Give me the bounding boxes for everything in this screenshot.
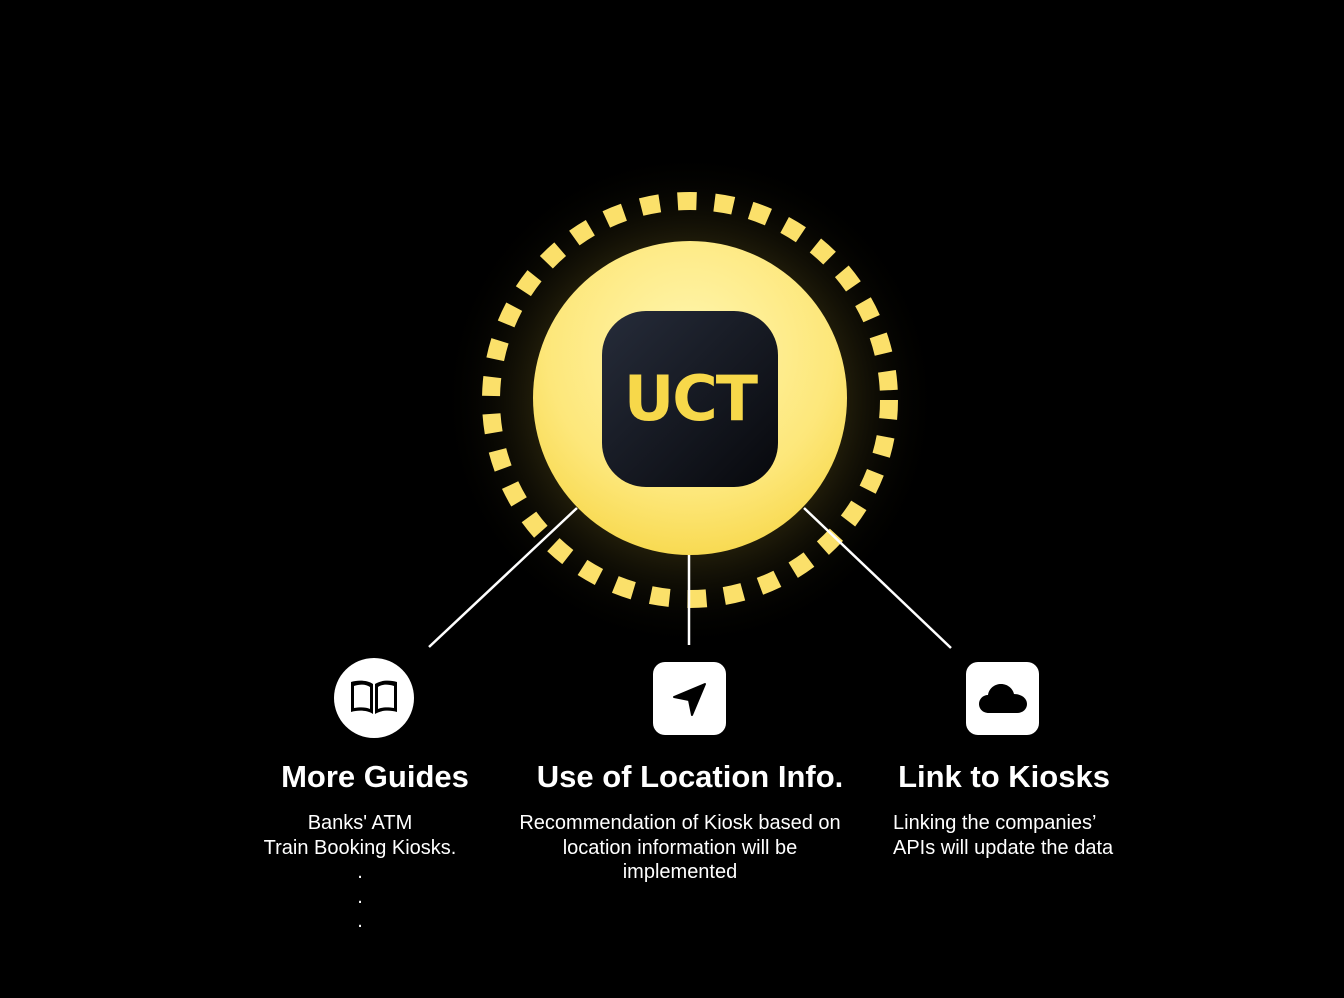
feature-title-location: Use of Location Info. <box>536 759 844 794</box>
desc-line: APIs will update the data <box>893 836 1114 859</box>
feature-desc-kiosks: Linking the companies’ APIs will update … <box>880 811 1193 860</box>
desc-line: . <box>357 861 363 883</box>
desc-line: location information will be <box>562 836 798 859</box>
desc-line: Recommendation of Kiosk based on <box>519 812 841 834</box>
desc-line: Banks' ATM <box>307 812 413 834</box>
desc-line: Linking the companies’ <box>893 812 1097 834</box>
feature-desc-location: Recommendation of Kiosk based on locatio… <box>490 811 870 885</box>
desc-line: . <box>357 910 363 932</box>
feature-title-guides: More Guides <box>281 759 469 794</box>
feature-desc-guides: Banks' ATM Train Booking Kiosks. . . . <box>230 811 490 934</box>
location-arrow-icon <box>653 662 726 735</box>
desc-line: implemented <box>622 861 738 883</box>
desc-line: . <box>357 885 363 908</box>
feature-title-kiosks: Link to Kiosks <box>898 759 1110 794</box>
uct-logo-text: UCT <box>623 362 758 435</box>
cloud-icon <box>966 662 1039 735</box>
book-icon <box>334 658 414 738</box>
desc-line: Train Booking Kiosks. <box>263 836 457 859</box>
